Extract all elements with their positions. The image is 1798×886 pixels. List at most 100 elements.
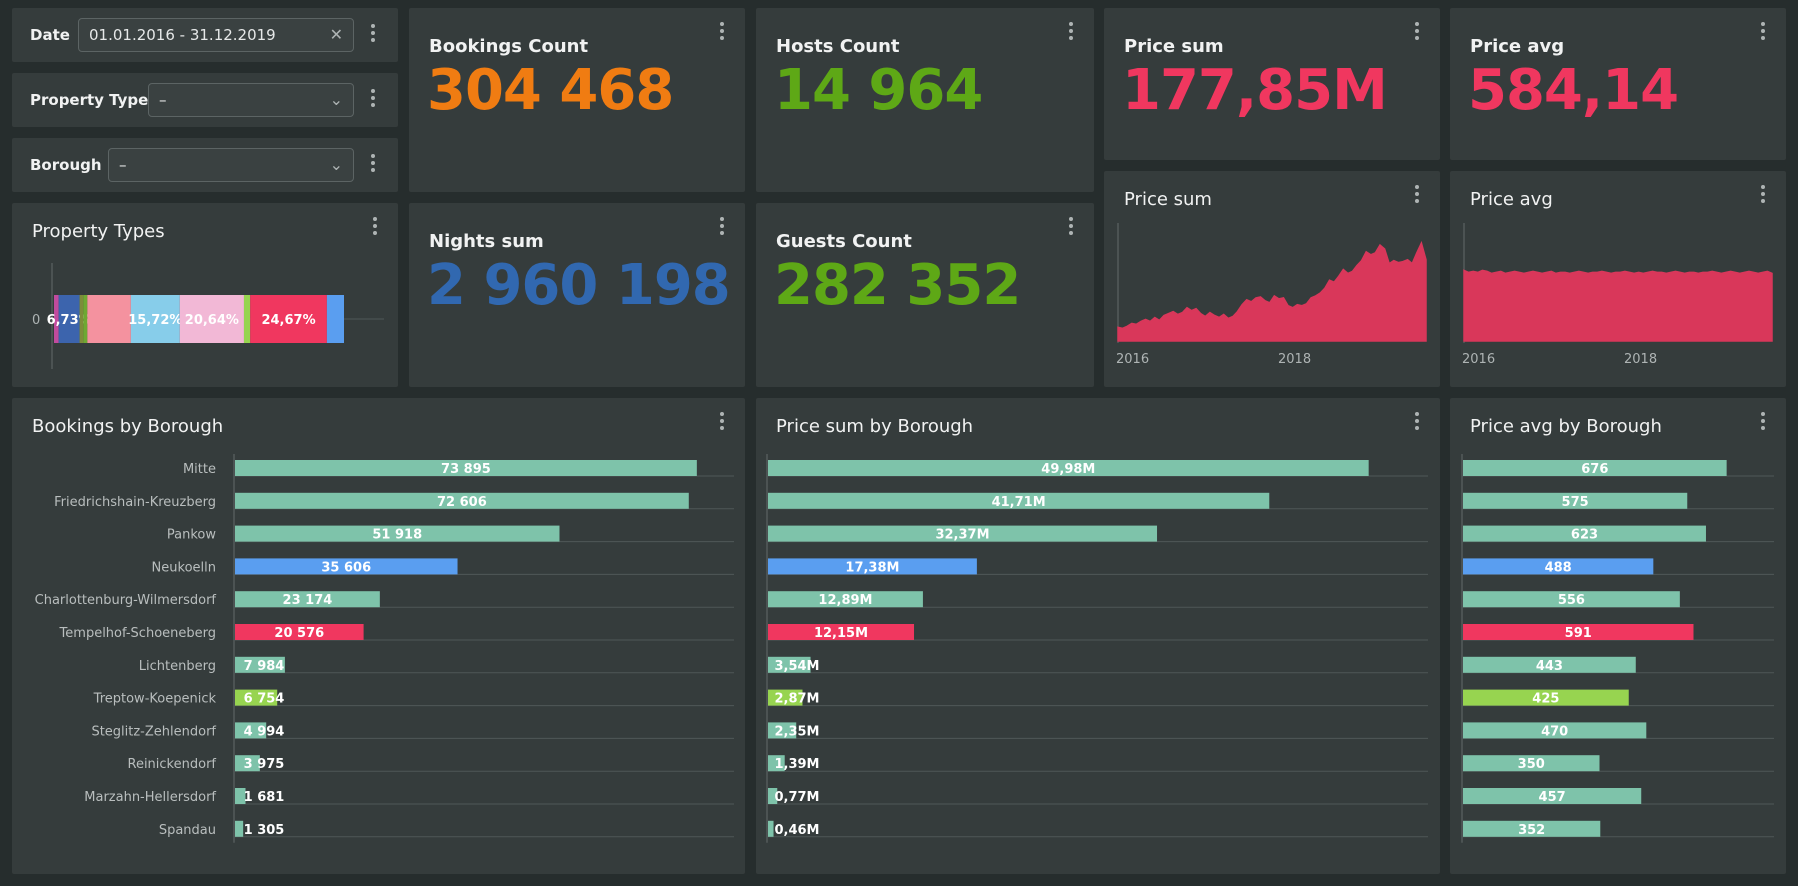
kpi-value: 304 468	[427, 58, 674, 123]
kpi-value: 14 964	[774, 58, 983, 123]
borough-filter-menu-icon[interactable]	[368, 154, 378, 176]
bar-value-label: 20 576	[274, 626, 324, 641]
x-tick-label: 2016	[1116, 352, 1149, 367]
borough-category-label: Marzahn-Hellersdorf	[84, 790, 216, 805]
property-type-segment	[79, 295, 84, 343]
x-tick-label: 2016	[1462, 352, 1495, 367]
borough-category-label: Mitte	[183, 462, 216, 477]
borough-category-label: Pankow	[167, 528, 216, 543]
bar-value-label: 35 606	[321, 560, 371, 575]
date-filter-panel: Date 01.01.2016 - 31.12.2019 ✕	[12, 8, 398, 62]
segment-label: 15,72%	[128, 313, 182, 328]
bar-value-label: 0,77M	[774, 790, 819, 805]
bar-value-label: 4 994	[244, 724, 285, 739]
borough-category-label: Charlottenburg-Wilmersdorf	[35, 593, 217, 608]
area-series	[1463, 269, 1773, 342]
property-types-panel: Property Types 0 6,73% 15,72% 20,64% 24,67%	[12, 203, 398, 387]
nights-sum-panel: Nights sum 2 960 198	[409, 203, 745, 387]
property-type-select[interactable]: – ⌄	[148, 83, 354, 117]
chevron-down-icon: ⌄	[329, 90, 343, 109]
bar-value-label: 1 305	[244, 823, 285, 838]
kpi-value: 584,14	[1468, 58, 1679, 123]
bar-value-label: 1 681	[244, 790, 285, 805]
kpi-value: 282 352	[774, 253, 1021, 318]
price-sum-by-borough-chart: 49,98M 41,71M 32,37M 17,38M 12,89M 12,15M 3,54…	[766, 454, 1428, 843]
bar-value-label: 676	[1581, 462, 1608, 477]
panel-menu-icon[interactable]	[1412, 22, 1422, 44]
price-avg-trend-panel: Price avg 2016 2018	[1450, 171, 1786, 387]
panel-title: Guests Count	[776, 231, 912, 252]
property-type-segment	[87, 295, 131, 343]
price-sum-by-borough-panel: Price sum by Borough 49,98M 41,71M 32,37M 1…	[756, 398, 1440, 874]
price-avg-by-borough-panel: Price avg by Borough 676 575 623 488 556 591 4…	[1450, 398, 1786, 874]
date-filter-label: Date	[30, 26, 70, 44]
property-type-segment	[243, 295, 251, 343]
borough-category-label: Friedrichshain-Kreuzberg	[54, 495, 216, 510]
property-type-filter-panel: Property Type – ⌄	[12, 73, 398, 127]
bar-value-label: 12,89M	[818, 593, 872, 608]
bar-value-label: 12,15M	[814, 626, 868, 641]
price-avg-by-borough-chart: 676 575 623 488 556 591 443 425 470 350 457 352	[1461, 454, 1774, 843]
panel-title: Hosts Count	[776, 36, 900, 57]
borough-category-label: Treptow-Koepenick	[93, 692, 217, 707]
borough-category-label: Reinickendorf	[128, 757, 217, 772]
borough-filter-panel: Borough – ⌄	[12, 138, 398, 192]
bar-value-label: 443	[1536, 659, 1563, 674]
area-series	[1117, 240, 1427, 342]
panel-menu-icon[interactable]	[717, 217, 727, 239]
bar-value-label: 2,87M	[774, 692, 819, 707]
bar-value-label: 556	[1558, 593, 1585, 608]
bookings-count-panel: Bookings Count 304 468	[409, 8, 745, 192]
borough-filter-label: Borough	[30, 156, 102, 174]
bar-value-label: 3 975	[244, 757, 285, 772]
panel-menu-icon[interactable]	[1758, 22, 1768, 44]
x-tick-label: 2018	[1624, 352, 1657, 367]
clear-icon[interactable]: ✕	[330, 19, 343, 51]
bar-value-label: 72 606	[437, 495, 487, 510]
panel-title: Price avg	[1470, 36, 1565, 57]
price-sum-trend-panel: Price sum 2016 2018	[1104, 171, 1440, 387]
borough-category-label: Lichtenberg	[139, 659, 216, 674]
y-tick-label: 0	[32, 313, 40, 328]
date-range-value: 01.01.2016 - 31.12.2019	[89, 26, 276, 44]
bar-value-label: 73 895	[441, 462, 491, 477]
panel-title: Bookings Count	[429, 36, 589, 57]
borough-select[interactable]: – ⌄	[108, 148, 354, 182]
kpi-value: 177,85M	[1122, 58, 1388, 123]
bar-value-label: 17,38M	[845, 560, 899, 575]
bar-value-label: 0,46M	[774, 823, 819, 838]
bar-value-label: 7 984	[244, 659, 285, 674]
panel-title: Price sum	[1124, 36, 1224, 57]
bar-value-label: 352	[1518, 823, 1545, 838]
property-type-segment	[83, 295, 88, 343]
panel-menu-icon[interactable]	[717, 22, 727, 44]
date-range-input[interactable]: 01.01.2016 - 31.12.2019 ✕	[78, 18, 354, 52]
borough-category-label: Spandau	[159, 823, 216, 838]
guests-count-panel: Guests Count 282 352	[756, 203, 1094, 387]
borough-bar	[235, 820, 244, 837]
property-type-segment	[326, 295, 344, 343]
bar-value-label: 575	[1562, 495, 1589, 510]
property-type-filter-menu-icon[interactable]	[368, 89, 378, 111]
bookings-by-borough-chart: 73 895 Mitte 72 606 Friedrichshain-Kreuzber…	[35, 454, 734, 843]
bar-value-label: 425	[1532, 692, 1559, 707]
date-filter-menu-icon[interactable]	[368, 24, 378, 46]
bar-value-label: 623	[1571, 528, 1598, 543]
x-tick-label: 2018	[1278, 352, 1311, 367]
borough-category-label: Neukoelln	[152, 560, 216, 575]
panel-menu-icon[interactable]	[1066, 22, 1076, 44]
bar-value-label: 488	[1545, 560, 1572, 575]
bar-value-label: 457	[1539, 790, 1566, 805]
price-avg-area-chart: 2016 2018	[1462, 223, 1773, 367]
bar-value-label: 32,37M	[935, 528, 989, 543]
bar-value-label: 51 918	[372, 528, 422, 543]
panel-menu-icon[interactable]	[1066, 217, 1076, 239]
borough-value: –	[119, 156, 127, 174]
bar-value-label: 1,39M	[774, 757, 819, 772]
borough-category-label: Tempelhof-Schoeneberg	[59, 626, 216, 641]
kpi-value: 2 960 198	[427, 253, 731, 318]
bar-value-label: 470	[1541, 724, 1568, 739]
segment-label: 24,67%	[261, 313, 315, 328]
bar-value-label: 591	[1565, 626, 1592, 641]
bar-value-label: 41,71M	[992, 495, 1046, 510]
